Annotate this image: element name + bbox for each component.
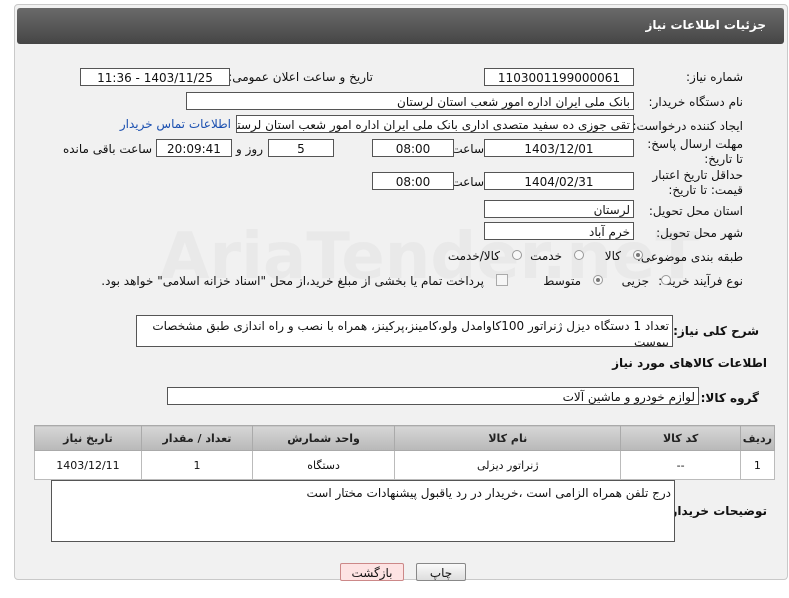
city-field: خرم آباد bbox=[484, 222, 634, 240]
days-remaining-field: 5 bbox=[268, 139, 334, 157]
deadline-date-field: 1403/12/01 bbox=[484, 139, 634, 157]
cell-code: -- bbox=[620, 450, 741, 480]
validity-time-label: ساعت bbox=[451, 175, 484, 189]
announce-label: تاریخ و ساعت اعلان عمومی: bbox=[228, 70, 373, 84]
deadline-time-field: 08:00 bbox=[372, 139, 454, 157]
goods-group-label: گروه کالا: bbox=[700, 391, 759, 405]
days-label: روز و bbox=[236, 142, 263, 156]
col-unit: واحد شمارش bbox=[251, 425, 396, 451]
print-button[interactable]: چاپ bbox=[416, 563, 466, 581]
province-field: لرستان bbox=[484, 200, 634, 218]
cell-row: 1 bbox=[739, 450, 776, 480]
treasury-payment-note: پرداخت تمام یا بخشی از مبلغ خرید،از محل … bbox=[101, 274, 484, 288]
page-title: جزئیات اطلاعات نیاز bbox=[645, 18, 766, 32]
buyer-notes-field: درج تلفن همراه الزامی است ،خریدار در رد … bbox=[51, 480, 675, 542]
cell-date: 1403/12/11 bbox=[34, 450, 142, 480]
category-option-goods: کالا bbox=[604, 249, 621, 263]
goods-table-header: ردیف کد کالا نام کالا واحد شمارش تعداد /… bbox=[34, 425, 776, 451]
goods-group-field: لوازم خودرو و ماشین آلات bbox=[167, 387, 699, 405]
need-number-field: 1103001199000061 bbox=[484, 68, 634, 86]
province-label: استان محل تحویل: bbox=[648, 204, 743, 218]
category-radio-goods[interactable] bbox=[633, 250, 643, 260]
panel-header: جزئیات اطلاعات نیاز bbox=[17, 8, 784, 44]
cell-name: ژنراتور دیزلی bbox=[394, 450, 622, 480]
purchase-radio-minor[interactable] bbox=[661, 275, 671, 285]
validity-time-field: 08:00 bbox=[372, 172, 454, 190]
category-radio-service[interactable] bbox=[574, 250, 584, 260]
col-code: کد کالا bbox=[620, 425, 741, 451]
category-option-service: خدمت bbox=[530, 249, 562, 263]
col-date: تاریخ نیاز bbox=[34, 425, 142, 451]
purchase-option-minor: جزیی bbox=[621, 274, 649, 288]
remaining-time-field: 20:09:41 bbox=[156, 139, 232, 157]
goods-table: ردیف کد کالا نام کالا واحد شمارش تعداد /… bbox=[34, 425, 776, 480]
description-label: شرح کلی نیاز: bbox=[673, 324, 759, 338]
treasury-payment-checkbox[interactable] bbox=[496, 274, 508, 286]
buyer-contact-link[interactable]: اطلاعات تماس خریدار bbox=[120, 117, 231, 131]
validity-label: حداقل تاریخ اعتبار قیمت: تا تاریخ: bbox=[652, 168, 743, 197]
table-row: 1 -- ژنراتور دیزلی دستگاه 1 1403/12/11 bbox=[34, 450, 776, 480]
back-button[interactable]: بازگشت bbox=[340, 563, 404, 581]
buyer-notes-label: توضیحات خریدار: bbox=[665, 504, 767, 518]
purchase-radio-medium[interactable] bbox=[593, 275, 603, 285]
cell-qty: 1 bbox=[140, 450, 253, 480]
deadline-time-label: ساعت bbox=[451, 142, 484, 156]
remaining-label: ساعت باقی مانده bbox=[62, 142, 152, 156]
city-label: شهر محل تحویل: bbox=[656, 226, 743, 240]
requester-label: ایجاد کننده درخواست: bbox=[632, 119, 743, 133]
validity-date-field: 1404/02/31 bbox=[484, 172, 634, 190]
category-label: طبقه بندی موضوعی: bbox=[636, 250, 743, 264]
category-option-both: کالا/خدمت bbox=[447, 249, 500, 263]
category-radio-both[interactable] bbox=[512, 250, 522, 260]
buyer-org-field: بانک ملی ایران اداره امور شعب استان لرست… bbox=[186, 92, 634, 110]
requester-field: تقی جوزی ده سفید متصدی اداری بانک ملی ای… bbox=[236, 115, 634, 133]
col-qty: تعداد / مقدار bbox=[140, 425, 253, 451]
purchase-option-medium: متوسط bbox=[543, 274, 581, 288]
cell-unit: دستگاه bbox=[251, 450, 396, 480]
buyer-org-label: نام دستگاه خریدار: bbox=[648, 95, 744, 109]
deadline-label: مهلت ارسال پاسخ: تا تاریخ: bbox=[647, 137, 743, 166]
description-field: تعداد 1 دستگاه دیزل ژنراتور 100کاوامدل و… bbox=[136, 315, 673, 347]
col-name: نام کالا bbox=[394, 425, 622, 451]
goods-section-title: اطلاعات کالاهای مورد نیاز bbox=[612, 356, 767, 370]
need-number-label: شماره نیاز: bbox=[686, 70, 743, 84]
announce-datetime-field: 1403/11/25 - 11:36 bbox=[80, 68, 230, 86]
col-row: ردیف bbox=[739, 425, 776, 451]
